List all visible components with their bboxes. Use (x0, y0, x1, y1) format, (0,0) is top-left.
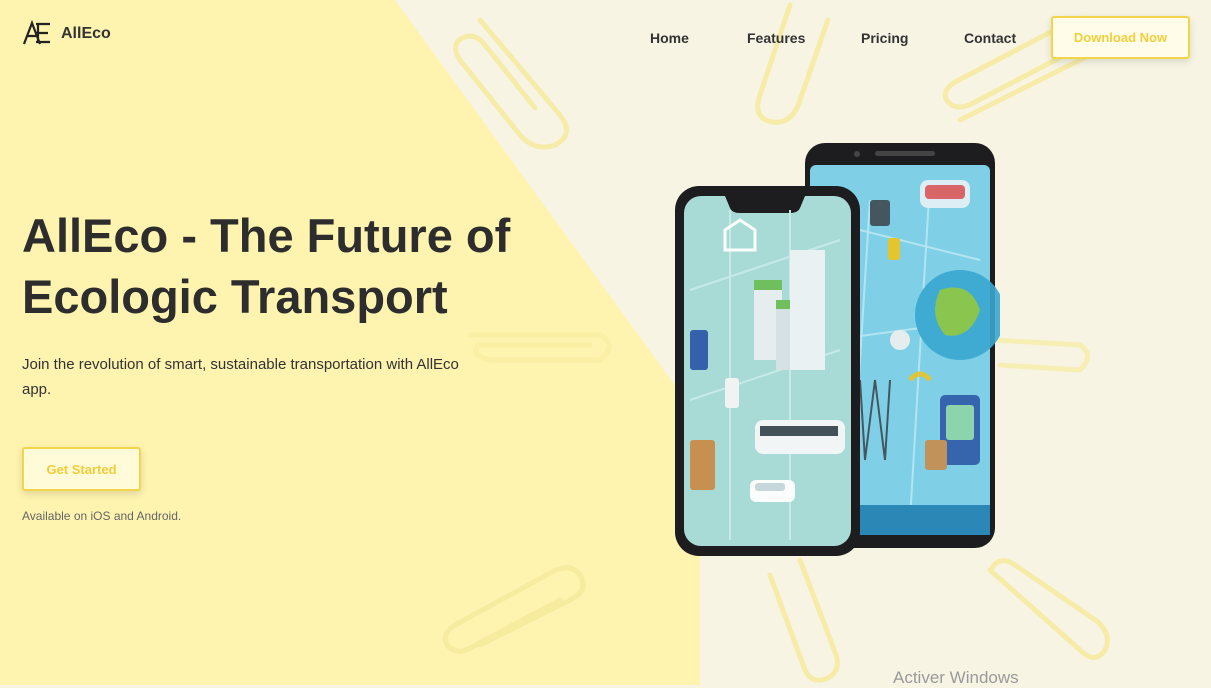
nav-contact[interactable]: Contact (964, 30, 1016, 46)
activate-windows-watermark: Activer Windows (893, 668, 1019, 687)
hero-title: AllEco - The Future of Ecologic Transpor… (22, 209, 511, 323)
nav-home[interactable]: Home (650, 30, 689, 46)
get-started-button[interactable]: Get Started (22, 447, 141, 491)
download-now-button[interactable]: Download Now (1051, 16, 1190, 59)
iphone-image (675, 186, 860, 556)
nav-features[interactable]: Features (747, 30, 805, 46)
brand-logo[interactable]: AllEco (22, 20, 111, 48)
brand-name: AllEco (61, 25, 111, 42)
hero-subtitle: Join the revolution of smart, sustainabl… (22, 356, 459, 398)
site-header: AllEco Home Features Pricing Contact Dow… (0, 0, 1211, 76)
background-panel-overlay (0, 0, 700, 685)
nav-pricing[interactable]: Pricing (861, 30, 908, 46)
logo-mark-icon (22, 20, 50, 45)
availability-note: Available on iOS and Android. (22, 509, 182, 523)
phone-mockups-illustration (675, 143, 1000, 556)
